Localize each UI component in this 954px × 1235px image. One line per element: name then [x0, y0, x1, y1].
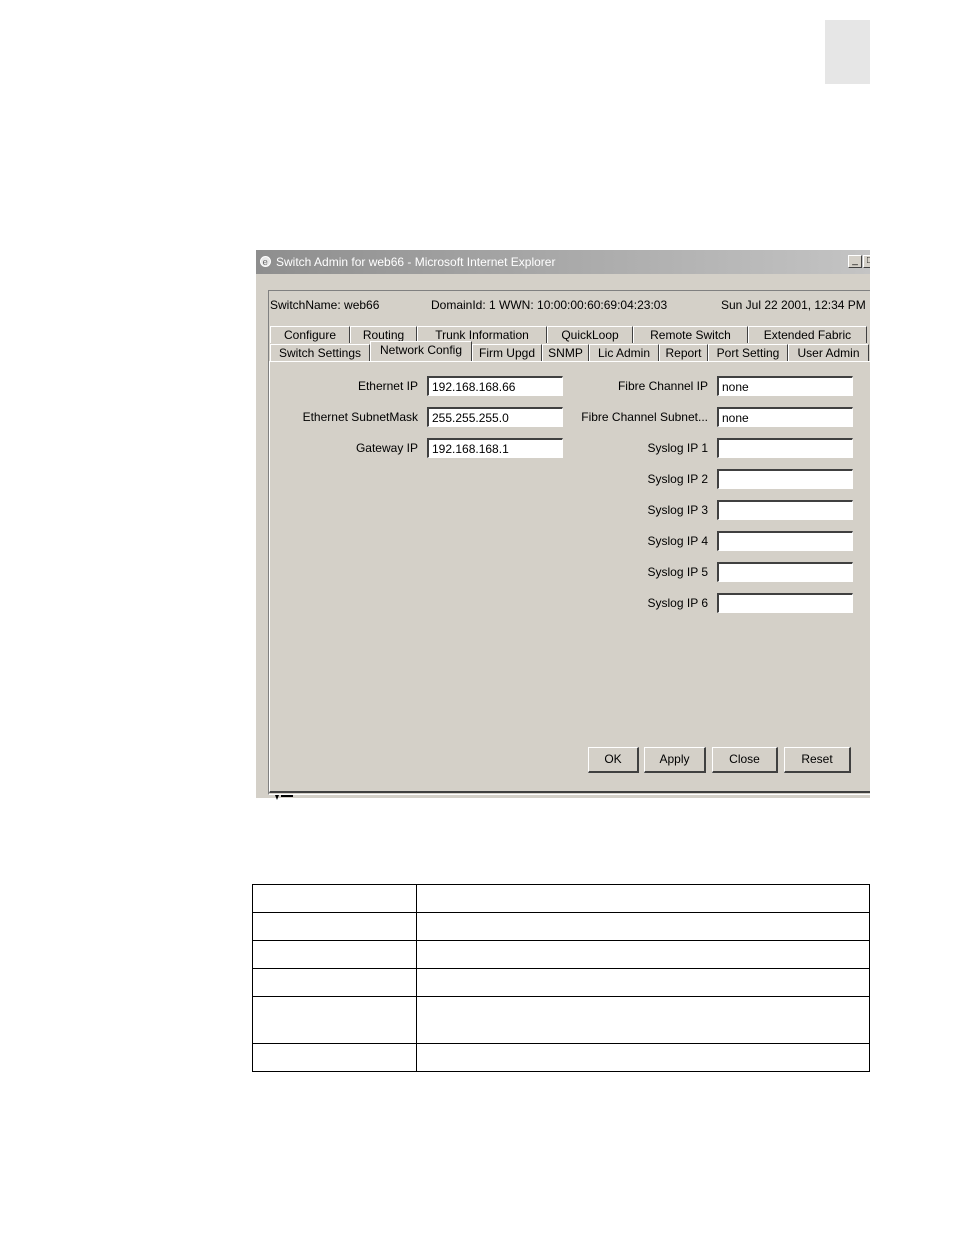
fibre-channel-subnet-label: Fibre Channel Subnet...: [581, 410, 708, 424]
tab-lic-admin[interactable]: Lic Admin: [589, 344, 659, 361]
close-button[interactable]: Close: [712, 747, 778, 773]
tab-extended-fabric[interactable]: Extended Fabric: [748, 326, 867, 343]
minimize-button[interactable]: _: [848, 255, 862, 268]
ok-button[interactable]: OK: [588, 747, 639, 773]
maximize-button[interactable]: □: [863, 255, 870, 268]
tab-remote-switch[interactable]: Remote Switch: [633, 326, 748, 343]
window-titlebar[interactable]: e Switch Admin for web66 - Microsoft Int…: [256, 250, 870, 274]
tab-snmp[interactable]: SNMP: [542, 344, 589, 361]
gateway-ip-input[interactable]: [427, 438, 563, 458]
field-description-table: [252, 884, 870, 1072]
fibre-channel-ip-label: Fibre Channel IP: [617, 379, 708, 393]
syslog-ip-4-label: Syslog IP 4: [647, 534, 708, 548]
tab-user-admin[interactable]: User Admin: [788, 344, 869, 361]
window-title: Switch Admin for web66 - Microsoft Inter…: [276, 255, 556, 269]
switch-name-label: SwitchName: web66: [270, 298, 380, 312]
syslog-ip-5-input[interactable]: [717, 562, 853, 582]
ethernet-subnetmask-label: Ethernet SubnetMask: [302, 410, 418, 424]
tab-firm-upgd[interactable]: Firm Upgd: [472, 344, 542, 361]
tab-quickloop[interactable]: QuickLoop: [547, 326, 633, 343]
ethernet-ip-label: Ethernet IP: [357, 379, 418, 393]
apply-button[interactable]: Apply: [644, 747, 706, 773]
reset-button[interactable]: Reset: [784, 747, 851, 773]
table-row: [252, 884, 870, 913]
tab-port-setting[interactable]: Port Setting: [708, 344, 788, 361]
internet-explorer-icon: e: [260, 256, 271, 268]
syslog-ip-6-input[interactable]: [717, 593, 853, 613]
datetime-label: Sun Jul 22 2001, 12:34 PM: [721, 298, 866, 312]
resize-handle-icon[interactable]: [273, 795, 295, 801]
syslog-ip-2-input[interactable]: [717, 469, 853, 489]
syslog-ip-3-label: Syslog IP 3: [647, 503, 708, 517]
minimize-icon: _: [852, 255, 858, 266]
fibre-channel-ip-input[interactable]: [717, 376, 853, 396]
ethernet-subnetmask-input[interactable]: [427, 407, 563, 427]
gateway-ip-label: Gateway IP: [355, 441, 418, 455]
syslog-ip-2-label: Syslog IP 2: [647, 472, 708, 486]
table-row: [252, 1043, 870, 1072]
table-row: [252, 912, 870, 941]
maximize-icon: □: [867, 255, 870, 266]
domain-wwn-label: DomainId: 1 WWN: 10:00:00:60:69:04:23:03: [431, 298, 668, 312]
svg-text:e: e: [263, 258, 268, 268]
page-thumb-tab: [825, 20, 870, 84]
table-row: [252, 968, 870, 997]
table-row: [252, 940, 870, 969]
fibre-channel-subnet-input[interactable]: [717, 407, 853, 427]
syslog-ip-1-input[interactable]: [717, 438, 853, 458]
ethernet-ip-input[interactable]: [427, 376, 563, 396]
switch-admin-window: e Switch Admin for web66 - Microsoft Int…: [255, 250, 870, 798]
syslog-ip-3-input[interactable]: [717, 500, 853, 520]
syslog-ip-1-label: Syslog IP 1: [647, 441, 708, 455]
syslog-ip-6-label: Syslog IP 6: [647, 596, 708, 610]
tab-network-config[interactable]: Network Config: [370, 341, 472, 361]
table-row: [252, 996, 870, 1044]
tab-configure[interactable]: Configure: [270, 326, 350, 343]
tab-switch-settings[interactable]: Switch Settings: [270, 344, 370, 361]
syslog-ip-5-label: Syslog IP 5: [647, 565, 708, 579]
tab-report[interactable]: Report: [659, 344, 708, 361]
syslog-ip-4-input[interactable]: [717, 531, 853, 551]
